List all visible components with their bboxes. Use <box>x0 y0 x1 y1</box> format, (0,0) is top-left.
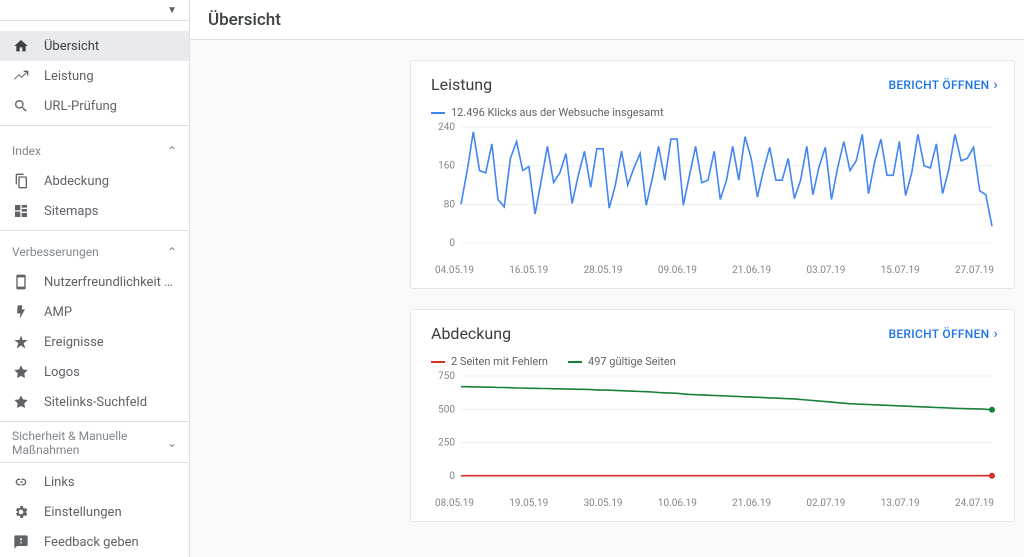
coverage-card: Abdeckung BERICHT ÖFFNEN › 2 Seiten mit … <box>410 309 1015 522</box>
sidebar-footer-2[interactable]: Feedback geben <box>0 527 189 557</box>
coverage-legend-errors: 2 Seiten mit Fehlern <box>431 355 548 368</box>
nav-label: Feedback geben <box>44 535 177 550</box>
sidebar-item-0[interactable]: Übersicht <box>0 31 189 61</box>
svg-text:750: 750 <box>438 371 455 382</box>
nav-label: Logos <box>44 365 177 380</box>
svg-text:0: 0 <box>449 471 455 482</box>
inspect-icon <box>12 97 30 115</box>
nav-label: Leistung <box>44 69 177 84</box>
nav-label: Abdeckung <box>44 174 177 189</box>
chevron-right-icon: › <box>993 77 998 93</box>
feedback-icon <box>12 533 30 551</box>
svg-text:0: 0 <box>449 238 455 249</box>
chevron-up-icon: ⌃ <box>167 245 177 259</box>
settings-icon <box>12 503 30 521</box>
amp-icon <box>12 303 30 321</box>
sidebar-section-0[interactable]: Index⌃ <box>0 136 189 166</box>
svg-text:80: 80 <box>444 199 456 210</box>
sidebar-section-2[interactable]: Sicherheit & Manuelle Maßnahmen⌄ <box>0 428 189 458</box>
performance-chart: 0 80 160 240 <box>431 121 996 257</box>
sidebar-footer-0[interactable]: Links <box>0 467 189 497</box>
chevron-right-icon: › <box>993 326 998 342</box>
nav-label: Einstellungen <box>44 505 177 520</box>
svg-text:500: 500 <box>438 404 455 415</box>
main-panel: Übersicht Leistung BERICHT ÖFFNEN › 12.4… <box>190 0 1024 557</box>
page-title: Übersicht <box>190 0 1024 40</box>
sidebar-item-1-0[interactable]: Nutzerfreundlichkeit auf Mo… <box>0 267 189 297</box>
performance-card: Leistung BERICHT ÖFFNEN › 12.496 Klicks … <box>410 60 1015 289</box>
sidebar-item-1-1[interactable]: AMP <box>0 297 189 327</box>
coverage-chart: 0 250 500 750 <box>431 370 996 490</box>
property-selector[interactable]: ▼ <box>0 0 189 21</box>
logos-icon <box>12 363 30 381</box>
svg-text:250: 250 <box>438 438 455 449</box>
performance-icon <box>12 67 30 85</box>
mobile-icon <box>12 273 30 291</box>
links-icon <box>12 473 30 491</box>
nav-label: Nutzerfreundlichkeit auf Mo… <box>44 275 177 290</box>
nav-label: Sitemaps <box>44 204 177 219</box>
coverage-icon <box>12 172 30 190</box>
svg-text:160: 160 <box>438 161 455 172</box>
coverage-card-title: Abdeckung <box>431 324 888 343</box>
performance-card-title: Leistung <box>431 75 888 94</box>
sidebar-item-2[interactable]: URL-Prüfung <box>0 91 189 121</box>
sidebar-item-1-3[interactable]: Logos <box>0 357 189 387</box>
sidebar-footer-1[interactable]: Einstellungen <box>0 497 189 527</box>
svg-text:240: 240 <box>438 122 455 133</box>
coverage-legend-valid: 497 gültige Seiten <box>568 355 676 368</box>
sitemaps-icon <box>12 202 30 220</box>
nav-label: Sitelinks-Suchfeld <box>44 395 177 410</box>
home-icon <box>12 37 30 55</box>
nav-label: Links <box>44 475 177 490</box>
coverage-open-report[interactable]: BERICHT ÖFFNEN › <box>888 326 998 342</box>
nav-label: AMP <box>44 305 177 320</box>
performance-legend: 12.496 Klicks aus der Websuche insgesamt <box>431 106 664 119</box>
sidebar-item-1-2[interactable]: Ereignisse <box>0 327 189 357</box>
sidebar-item-1[interactable]: Leistung <box>0 61 189 91</box>
content-area: Leistung BERICHT ÖFFNEN › 12.496 Klicks … <box>190 40 1024 557</box>
sidebar-section-1[interactable]: Verbesserungen⌃ <box>0 237 189 267</box>
nav-label: URL-Prüfung <box>44 99 177 114</box>
sidebar-item-0-0[interactable]: Abdeckung <box>0 166 189 196</box>
dropdown-icon: ▼ <box>167 5 177 16</box>
events-icon <box>12 333 30 351</box>
nav-label: Ereignisse <box>44 335 177 350</box>
sitelinks-icon <box>12 393 30 411</box>
chevron-up-icon: ⌃ <box>167 144 177 158</box>
performance-open-report[interactable]: BERICHT ÖFFNEN › <box>888 77 998 93</box>
sidebar-item-0-1[interactable]: Sitemaps <box>0 196 189 226</box>
sidebar: ▼ Übersicht Leistung URL-Prüfung Index⌃ … <box>0 0 190 557</box>
sidebar-item-1-4[interactable]: Sitelinks-Suchfeld <box>0 387 189 417</box>
chevron-down-icon: ⌄ <box>167 436 177 450</box>
nav-label: Übersicht <box>44 39 177 54</box>
